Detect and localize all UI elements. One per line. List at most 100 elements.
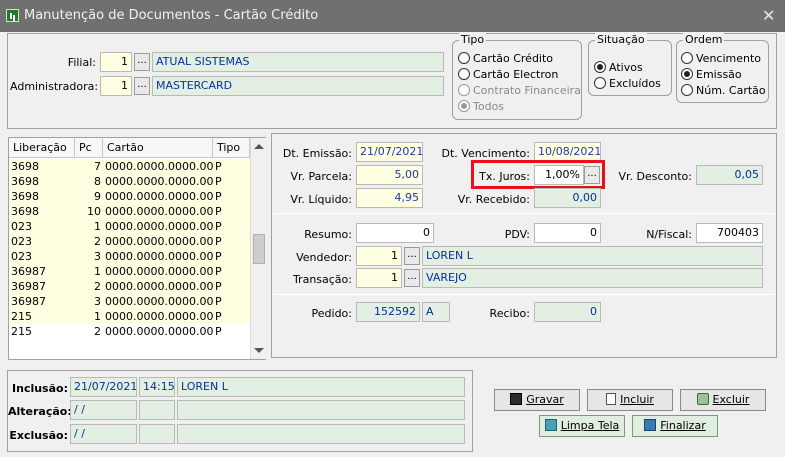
title-bar: Manutenção de Documentos - Cartão Crédit… <box>0 0 785 32</box>
table-row[interactable]: 02320000.0000.0000.0000P <box>9 234 250 249</box>
column-header-pc[interactable]: Pc <box>75 138 103 158</box>
cell-liberacao: 023 <box>9 219 75 234</box>
ordem-radio-vencimento[interactable]: Vencimento <box>681 52 761 65</box>
vendedor-label: Vendedor: <box>296 251 352 264</box>
transacao-lookup-button[interactable]: ... <box>404 269 420 287</box>
cell-tipo: P <box>213 219 250 234</box>
situacao-radio-ativos[interactable]: Ativos <box>594 61 643 74</box>
situacao-radio-excluidos[interactable]: Excluídos <box>594 77 661 90</box>
cell-tipo: P <box>213 249 250 264</box>
limpa-tela-button[interactable]: Limpa Tela <box>539 415 625 437</box>
tipo-radio-contrato-financeira[interactable]: Contrato Financeira <box>458 84 581 97</box>
table-row[interactable]: 3698730000.0000.0000.0000P <box>9 294 250 309</box>
scroll-up-icon[interactable] <box>254 144 264 149</box>
tipo-radio-cartao-electron[interactable]: Cartão Electron <box>458 68 558 81</box>
cell-liberacao: 023 <box>9 234 75 249</box>
ordem-title: Ordem <box>683 33 725 46</box>
transacao-code-field[interactable]: 1 <box>356 268 402 288</box>
cell-tipo: P <box>213 294 250 309</box>
column-header-tipo[interactable]: Tipo <box>213 138 250 158</box>
window-title: Manutenção de Documentos - Cartão Crédit… <box>24 8 319 23</box>
ordem-radio-num-cartao[interactable]: Núm. Cartão <box>681 84 766 97</box>
cell-cartao: 0000.0000.0000.0000 <box>103 174 213 189</box>
resumo-field[interactable]: 0 <box>356 223 434 243</box>
filial-lookup-button[interactable]: ... <box>134 53 150 71</box>
administradora-name-field: MASTERCARD <box>152 76 444 96</box>
vr-liquido-field[interactable]: 4,95 <box>356 188 423 208</box>
table-row[interactable]: 02330000.0000.0000.0000P <box>9 249 250 264</box>
filial-code-field[interactable]: 1 <box>100 52 132 72</box>
exclusao-user-field <box>177 424 465 444</box>
tipo-radio-cartao-credito[interactable]: Cartão Crédito <box>458 52 553 65</box>
exit-door-icon <box>644 419 657 431</box>
table-row[interactable]: 3698710000.0000.0000.0000P <box>9 264 250 279</box>
cell-liberacao: 3698 <box>9 189 75 204</box>
cell-cartao: 0000.0000.0000.0000 <box>103 189 213 204</box>
administradora-label: Administradora: <box>10 80 99 93</box>
vr-parcela-field[interactable]: 5,00 <box>356 165 423 185</box>
filial-label: Filial: <box>67 56 96 69</box>
cell-tipo: P <box>213 324 250 339</box>
administradora-lookup-button[interactable]: ... <box>134 77 150 95</box>
column-header-cartao[interactable]: Cartão <box>103 138 213 158</box>
alteracao-user-field <box>177 400 465 420</box>
grid-scrollbar[interactable] <box>250 138 266 359</box>
vr-desconto-label: Vr. Desconto: <box>618 170 693 183</box>
table-row[interactable]: 369870000.0000.0000.0000P <box>9 159 250 174</box>
cell-pc: 2 <box>75 234 103 249</box>
cell-tipo: P <box>213 189 250 204</box>
table-row[interactable]: 369890000.0000.0000.0000P <box>9 189 250 204</box>
cell-pc: 9 <box>75 189 103 204</box>
table-row[interactable]: 21520000.0000.0000.0000P <box>9 324 250 339</box>
dt-emissao-field[interactable]: 21/07/2021 <box>356 142 423 162</box>
app-icon <box>6 9 19 22</box>
pedido-field: 152592 <box>356 302 420 322</box>
scroll-thumb[interactable] <box>253 234 265 264</box>
table-row[interactable]: 369880000.0000.0000.0000P <box>9 174 250 189</box>
table-row[interactable]: 3698720000.0000.0000.0000P <box>9 279 250 294</box>
radio-icon <box>458 52 470 64</box>
close-icon[interactable]: ✕ <box>762 6 775 25</box>
cell-cartao: 0000.0000.0000.0000 <box>103 294 213 309</box>
excluir-button[interactable]: Excluir <box>680 389 766 411</box>
incluir-button[interactable]: Incluir <box>587 389 673 411</box>
vendedor-lookup-button[interactable]: ... <box>404 247 420 265</box>
vr-recebido-label: Vr. Recebido: <box>457 193 530 206</box>
tipo-title: Tipo <box>459 33 487 46</box>
scroll-down-icon[interactable] <box>254 348 264 353</box>
parcelas-grid[interactable]: Liberação Pc Cartão Tipo 3698 7 0000.0000.… <box>8 137 266 360</box>
resumo-label: Resumo: <box>304 228 352 241</box>
exclusao-label: Exclusão: <box>9 429 68 442</box>
cell-cartao: 0000.0000.0000.0000 <box>103 249 213 264</box>
cell-cartao: 0000.0000.0000.0000 <box>103 309 213 324</box>
vr-liquido-label: Vr. Líquido: <box>290 193 352 206</box>
table-row[interactable]: 02310000.0000.0000.0000P <box>9 219 250 234</box>
cell-cartao: 0000.0000.0000.0000 <box>103 279 213 294</box>
cell-liberacao: 3698 <box>9 159 75 174</box>
alteracao-time-field <box>139 400 175 420</box>
cell-pc: 3 <box>75 294 103 309</box>
pdv-field[interactable]: 0 <box>534 223 601 243</box>
transacao-label: Transação: <box>292 273 352 286</box>
table-row[interactable]: 21510000.0000.0000.0000P <box>9 309 250 324</box>
filial-name-field: ATUAL SISTEMAS <box>152 52 444 72</box>
finalizar-button[interactable]: Finalizar <box>632 415 718 437</box>
inclusao-date-field: 21/07/2021 <box>70 377 137 397</box>
recibo-label: Recibo: <box>489 307 530 320</box>
cell-liberacao: 215 <box>9 324 75 339</box>
vendedor-code-field[interactable]: 1 <box>356 246 402 266</box>
radio-icon <box>681 52 693 64</box>
dt-vencimento-field[interactable]: 10/08/2021 <box>534 142 601 162</box>
cell-liberacao: 3698 <box>9 174 75 189</box>
dt-vencimento-label: Dt. Vencimento: <box>441 147 531 160</box>
nfiscal-field[interactable]: 700403 <box>696 223 763 243</box>
inclusao-time-field: 14:15 <box>139 377 175 397</box>
tipo-radio-todos[interactable]: Todos <box>458 100 504 113</box>
administradora-code-field[interactable]: 1 <box>100 76 132 96</box>
ordem-radio-emissao[interactable]: Emissão <box>681 68 742 81</box>
vendedor-name-field: LOREN L <box>422 246 763 266</box>
column-header-liberacao[interactable]: Liberação <box>9 138 75 158</box>
gravar-button[interactable]: Gravar <box>494 389 580 411</box>
vr-desconto-field: 0,05 <box>696 165 763 185</box>
table-row[interactable]: 3698100000.0000.0000.0000P <box>9 204 250 219</box>
